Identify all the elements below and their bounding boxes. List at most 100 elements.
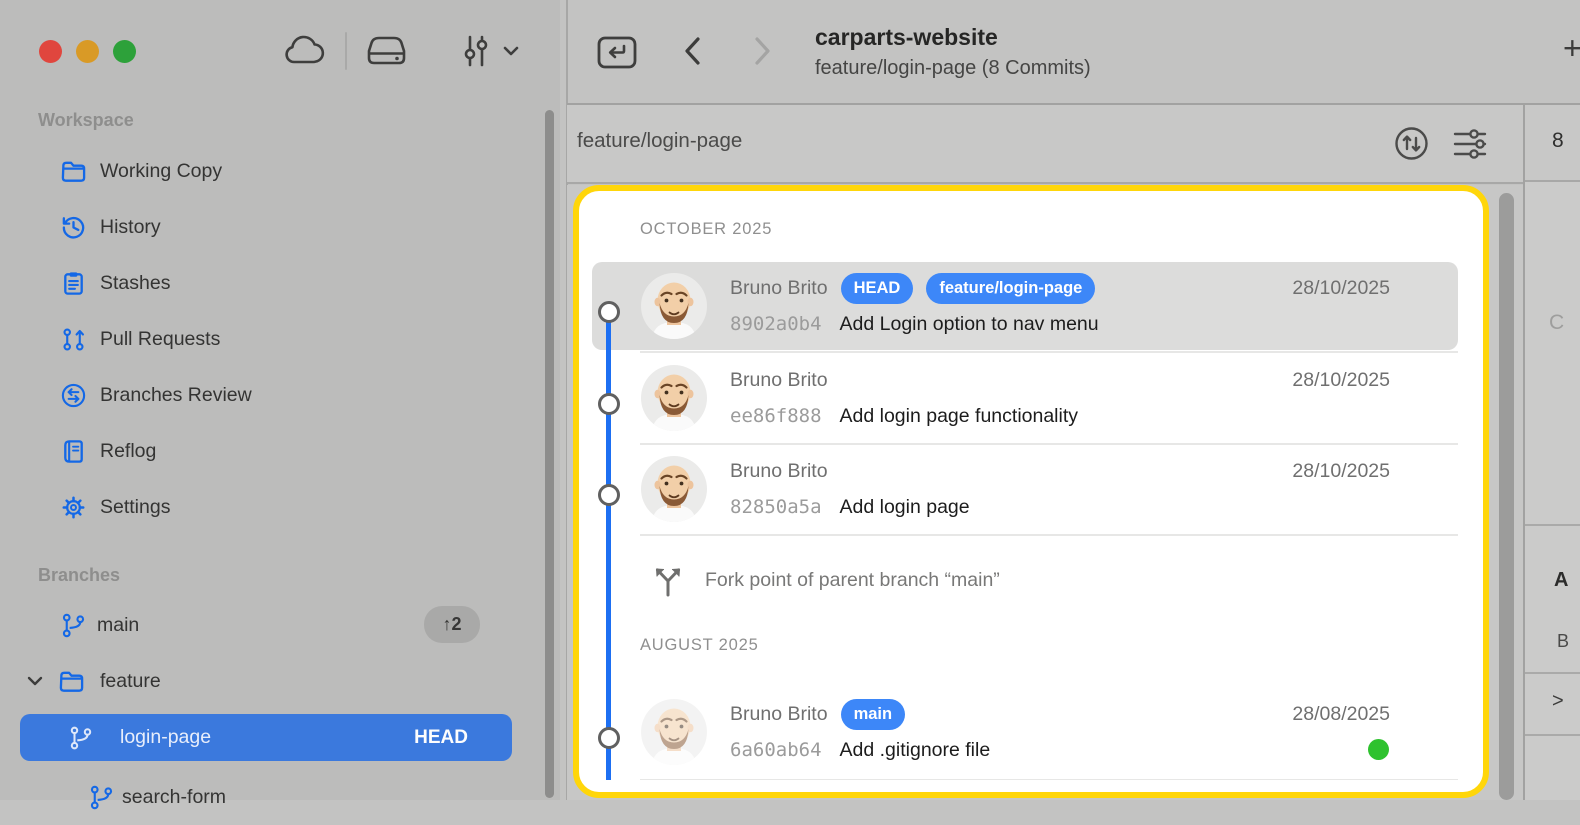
commit-date: 28/10/2025	[1292, 460, 1390, 483]
commit-list-scrollbar[interactable]	[1499, 193, 1514, 800]
commit-node	[598, 727, 620, 749]
sidebar-branch-folder-feature[interactable]: feature	[0, 653, 545, 709]
cloud-icon	[283, 34, 327, 68]
git-branch-icon	[88, 784, 115, 811]
sidebar-scrollbar[interactable]	[545, 110, 554, 798]
chevron-down-icon	[502, 44, 520, 58]
chevron-left-icon	[680, 35, 706, 67]
commit-node	[598, 393, 620, 415]
commit-hash: ee86f888	[730, 405, 822, 427]
close-window-button[interactable]	[39, 40, 62, 63]
sidebar-item-branches-review[interactable]: Branches Review	[0, 367, 545, 423]
head-badge: HEAD	[414, 727, 468, 749]
sidebar-item-stashes[interactable]: Stashes	[0, 255, 545, 311]
sidebar-item-pull-requests[interactable]: Pull Requests	[0, 311, 545, 367]
zoom-window-button[interactable]	[113, 40, 136, 63]
filter-sliders-icon	[1450, 126, 1490, 162]
sidebar-item-settings[interactable]: Settings	[0, 479, 545, 535]
filter-options-button[interactable]	[1450, 126, 1490, 162]
minimize-window-button[interactable]	[76, 40, 99, 63]
details-header: 8	[1525, 103, 1580, 182]
workspace-section-label: Workspace	[38, 110, 134, 131]
sidebar-item-reflog[interactable]: Reflog	[0, 423, 545, 479]
local-repositories-button[interactable]	[364, 33, 409, 69]
commit-row[interactable]: Bruno Brito main 28/08/2025 6a60ab64 Add…	[592, 688, 1458, 776]
branches-review-icon	[60, 382, 87, 409]
branch-label: main	[97, 614, 139, 637]
add-button-partial[interactable]: +	[1563, 30, 1580, 67]
row-divider	[640, 534, 1458, 536]
chevron-down-icon	[27, 675, 43, 687]
sidebar-item-working-copy[interactable]: Working Copy	[0, 143, 545, 199]
details-text-fragment: C	[1549, 311, 1564, 335]
commit-date: 28/08/2025	[1292, 703, 1390, 726]
sidebar: Workspace Working Copy History	[0, 0, 560, 800]
open-repository-button[interactable]	[595, 32, 639, 72]
folder-icon	[60, 158, 87, 185]
sidebar-branch-main[interactable]: main ↑2	[0, 597, 545, 653]
repo-folder-return-icon	[595, 32, 639, 72]
branch-label: search-form	[122, 786, 226, 809]
row-divider	[640, 351, 1458, 353]
compare-button[interactable]	[1393, 125, 1430, 162]
section-header-october: OCTOBER 2025	[640, 220, 772, 239]
commit-row[interactable]: Bruno Brito 28/10/2025 82850a5a Add logi…	[592, 445, 1458, 533]
commit-node	[598, 301, 620, 323]
section-header-august: AUGUST 2025	[640, 636, 759, 655]
details-divider	[1525, 524, 1580, 526]
fork-icon	[648, 559, 688, 599]
sliders-icon	[458, 33, 492, 69]
forward-button[interactable]	[749, 35, 775, 67]
sidebar-branch-search-form[interactable]: search-form	[0, 769, 545, 825]
commit-list: OCTOBER 2025	[579, 191, 1471, 780]
repository-title: carparts-website	[815, 24, 998, 51]
row-divider	[640, 779, 1458, 780]
commit-list-header: feature/login-page	[567, 103, 1523, 184]
toolbar-separator	[345, 32, 347, 70]
commit-author: Bruno Brito	[730, 703, 828, 726]
sidebar-item-label: History	[100, 216, 161, 239]
folder-icon	[58, 668, 85, 695]
clipboard-icon	[60, 270, 87, 297]
sidebar-item-label: Stashes	[100, 272, 170, 295]
sidebar-item-label: Pull Requests	[100, 328, 220, 351]
commit-row[interactable]: Bruno Brito 28/10/2025 ee86f888 Add logi…	[592, 354, 1458, 442]
commit-node	[598, 484, 620, 506]
back-button[interactable]	[680, 35, 706, 67]
commit-message: Add login page	[840, 496, 970, 519]
branch-badge: main	[841, 699, 906, 730]
fork-point-note: Fork point of parent branch “main”	[705, 569, 1000, 592]
branch-badge: feature/login-page	[926, 273, 1095, 304]
commit-details-panel-partial: 8 C A B >	[1525, 103, 1580, 800]
commit-hash: 8902a0b4	[730, 313, 822, 335]
row-divider	[640, 443, 1458, 445]
sidebar-item-label: Settings	[100, 496, 170, 519]
app-window: Workspace Working Copy History	[0, 0, 1580, 800]
git-branch-icon	[68, 725, 94, 751]
disclosure-chevron-fragment[interactable]: >	[1552, 690, 1564, 713]
sidebar-item-label: Reflog	[100, 440, 156, 463]
details-divider	[1525, 734, 1580, 736]
commit-row[interactable]: Bruno Brito HEAD feature/login-page 28/1…	[592, 262, 1458, 350]
pull-request-icon	[60, 326, 87, 353]
status-green-dot	[1368, 739, 1389, 760]
commit-author: Bruno Brito	[730, 277, 828, 300]
commit-message: Add .gitignore file	[840, 739, 991, 762]
repository-subtitle: feature/login-page (8 Commits)	[815, 57, 1091, 80]
avatar	[640, 364, 708, 432]
commit-message: Add login page functionality	[840, 405, 1079, 428]
commit-author: Bruno Brito	[730, 460, 828, 483]
main-toolbar	[567, 0, 1580, 103]
commit-date: 28/10/2025	[1292, 369, 1390, 392]
sidebar-item-history[interactable]: History	[0, 199, 545, 255]
avatar	[640, 455, 708, 523]
sidebar-item-label: Working Copy	[100, 160, 222, 183]
git-branch-icon	[60, 612, 87, 639]
branch-path-label: feature/login-page	[577, 129, 742, 153]
commit-author: Bruno Brito	[730, 369, 828, 392]
sidebar-branch-login-page-selected[interactable]: login-page HEAD	[20, 714, 512, 761]
cloud-services-button[interactable]	[283, 34, 327, 68]
view-options-button[interactable]	[458, 33, 520, 69]
details-author-fragment: B	[1557, 631, 1569, 652]
details-divider	[1525, 672, 1580, 674]
